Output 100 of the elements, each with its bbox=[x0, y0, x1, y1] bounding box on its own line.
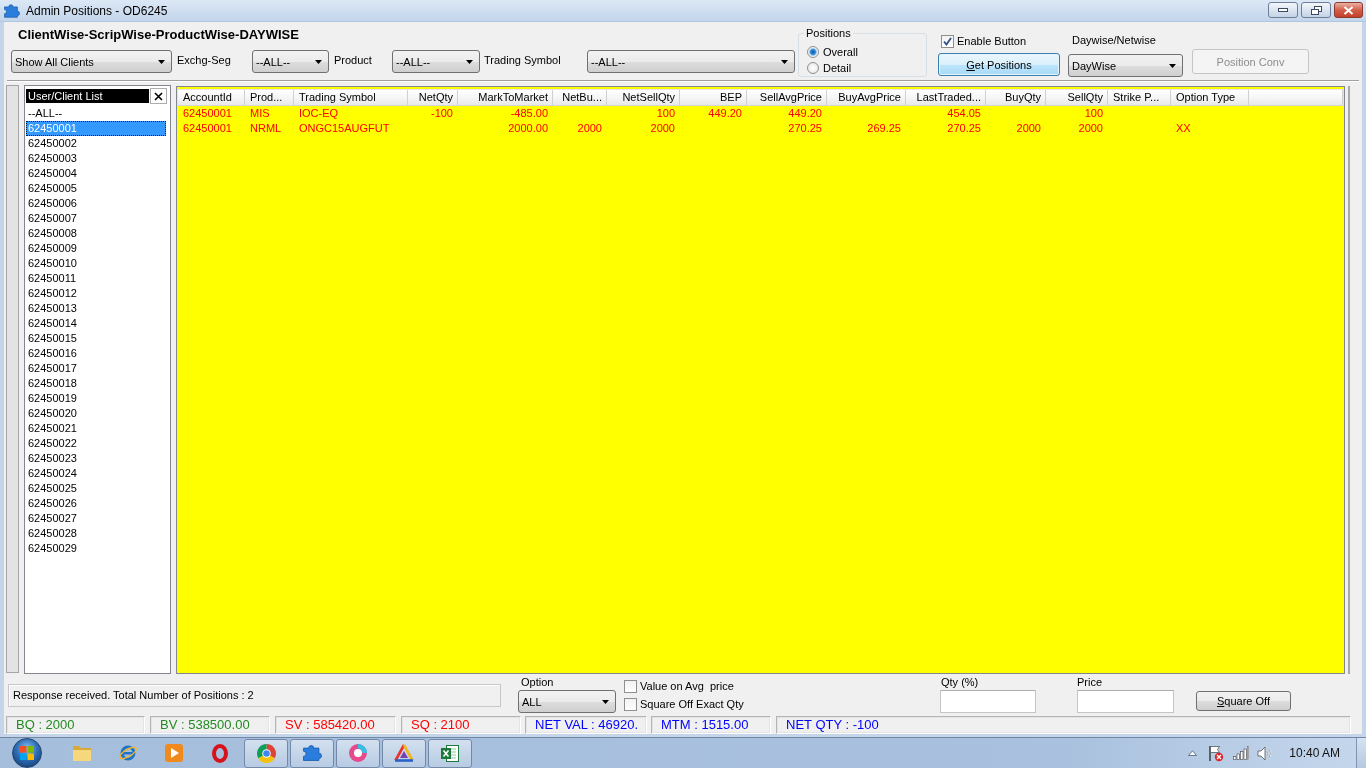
play-icon[interactable] bbox=[165, 744, 183, 762]
dropdown[interactable]: Show All Clients bbox=[11, 50, 172, 73]
table-cell-text: 2000 bbox=[576, 121, 603, 136]
checkbox[interactable] bbox=[624, 697, 637, 711]
field-label: Option bbox=[521, 676, 554, 689]
square-off-button[interactable]: Square Off bbox=[1196, 691, 1291, 711]
column-header[interactable]: NetSellQty bbox=[607, 90, 680, 105]
checkbox-label[interactable]: Square Off Exact Qty bbox=[640, 697, 744, 711]
list-title: User/Client List bbox=[26, 89, 149, 103]
triangle-icon bbox=[394, 744, 414, 762]
column-header[interactable]: Strike P... bbox=[1108, 90, 1171, 105]
list-item[interactable]: 62450023 bbox=[26, 451, 166, 466]
table-cell-text: IOC-EQ bbox=[298, 106, 340, 121]
list-item[interactable]: 62450028 bbox=[26, 526, 166, 541]
restore-icon bbox=[1310, 5, 1322, 15]
list-item[interactable]: 62450015 bbox=[26, 331, 166, 346]
list-item[interactable]: 62450016 bbox=[26, 346, 166, 361]
input-field[interactable] bbox=[940, 690, 1036, 713]
list-item[interactable]: 62450011 bbox=[26, 271, 166, 286]
input-field[interactable] bbox=[1077, 690, 1174, 713]
column-header[interactable]: Trading Symbol bbox=[294, 90, 408, 105]
list-item[interactable]: 62450002 bbox=[26, 136, 166, 151]
status-field: BV : 538500.00 bbox=[150, 716, 270, 734]
taskbar-button[interactable] bbox=[244, 738, 288, 768]
column-header[interactable]: NetQty bbox=[408, 90, 458, 105]
close-button[interactable] bbox=[1334, 2, 1363, 18]
checkbox-label[interactable]: Value on Avg price bbox=[640, 679, 734, 693]
list-item[interactable]: 62450013 bbox=[26, 301, 166, 316]
dropdown[interactable]: --ALL-- bbox=[252, 50, 329, 73]
show-desktop-button[interactable] bbox=[1356, 737, 1366, 768]
ring-icon[interactable] bbox=[212, 743, 228, 763]
taskbar-button[interactable] bbox=[382, 738, 426, 768]
flag-alert-icon[interactable] bbox=[1208, 744, 1225, 762]
column-header[interactable]: LastTraded... bbox=[906, 90, 986, 105]
list-item[interactable]: 62450024 bbox=[26, 466, 166, 481]
checkbox[interactable] bbox=[941, 34, 954, 48]
column-header[interactable]: Prod... bbox=[245, 90, 294, 105]
column-header[interactable]: BuyAvgPrice bbox=[827, 90, 906, 105]
taskbar-button[interactable] bbox=[290, 738, 334, 768]
radio-label[interactable]: Detail bbox=[823, 61, 852, 75]
segmented-circle-icon bbox=[256, 743, 276, 763]
radio-label[interactable]: Overall bbox=[823, 45, 858, 59]
table-cell-text: 100 bbox=[1083, 106, 1104, 121]
list-close-button[interactable] bbox=[150, 88, 167, 104]
list-item[interactable]: 62450009 bbox=[26, 241, 166, 256]
caret-down-icon bbox=[781, 59, 788, 64]
taskbar-button[interactable] bbox=[336, 738, 380, 768]
speaker-icon[interactable] bbox=[1257, 745, 1274, 761]
dropdown[interactable]: ALL bbox=[518, 690, 616, 713]
taskbar-clock[interactable]: 10:40 AM bbox=[1289, 746, 1340, 760]
list-item[interactable]: 62450018 bbox=[26, 376, 166, 391]
list-item[interactable]: 62450005 bbox=[26, 181, 166, 196]
list-item[interactable]: 62450014 bbox=[26, 316, 166, 331]
list-item[interactable]: 62450006 bbox=[26, 196, 166, 211]
checkbox-label[interactable]: Enable Button bbox=[957, 34, 1027, 48]
radio-button[interactable] bbox=[807, 62, 819, 74]
list-item[interactable]: --ALL-- bbox=[26, 106, 166, 121]
list-item[interactable]: 62450026 bbox=[26, 496, 166, 511]
column-header[interactable]: BuyQty bbox=[986, 90, 1046, 105]
list-item[interactable]: 62450012 bbox=[26, 286, 166, 301]
list-item[interactable]: 62450019 bbox=[26, 391, 166, 406]
list-item[interactable]: 62450025 bbox=[26, 481, 166, 496]
column-header[interactable]: AccountId bbox=[178, 90, 245, 105]
start-button[interactable] bbox=[12, 738, 42, 768]
list-item[interactable]: 62450027 bbox=[26, 511, 166, 526]
restore-button[interactable] bbox=[1301, 2, 1331, 18]
list-item[interactable]: 62450021 bbox=[26, 421, 166, 436]
list-item[interactable]: 62450017 bbox=[26, 361, 166, 376]
list-item[interactable]: 62450007 bbox=[26, 211, 166, 226]
list-item[interactable]: 62450008 bbox=[26, 226, 166, 241]
dropdown[interactable]: DayWise bbox=[1068, 54, 1183, 77]
list-item[interactable]: 62450020 bbox=[26, 406, 166, 421]
table-cell-text: 100 bbox=[655, 106, 676, 121]
dropdown[interactable]: --ALL-- bbox=[392, 50, 480, 73]
column-header[interactable]: Option Type bbox=[1171, 90, 1249, 105]
table-cell-text: 270.25 bbox=[946, 121, 982, 136]
caret-down-icon bbox=[466, 59, 473, 64]
signal-bars-icon[interactable] bbox=[1233, 746, 1250, 760]
get-positions-button[interactable]: Get Positions bbox=[938, 53, 1060, 76]
checkbox[interactable] bbox=[624, 679, 637, 693]
minimize-button[interactable] bbox=[1268, 2, 1298, 18]
list-item[interactable]: 62450004 bbox=[26, 166, 166, 181]
list-item[interactable]: 62450003 bbox=[26, 151, 166, 166]
spreadsheet-icon bbox=[441, 744, 459, 762]
column-header[interactable]: SellQty bbox=[1046, 90, 1108, 105]
caret-up-icon[interactable] bbox=[1188, 750, 1198, 756]
list-item[interactable]: 62450029 bbox=[26, 541, 166, 556]
status-field: NET VAL : 46920. bbox=[525, 716, 647, 734]
taskbar-button[interactable] bbox=[428, 738, 472, 768]
list-item[interactable]: 62450010 bbox=[26, 256, 166, 271]
column-header[interactable]: NetBu... bbox=[553, 90, 607, 105]
ring-orbit-icon[interactable] bbox=[118, 743, 138, 763]
column-header[interactable]: BEP bbox=[680, 90, 747, 105]
status-field: SQ : 2100 bbox=[401, 716, 521, 734]
tick-icon bbox=[943, 36, 952, 46]
column-header[interactable]: MarkToMarket bbox=[458, 90, 553, 105]
radio-button[interactable] bbox=[807, 46, 819, 58]
column-header[interactable]: SellAvgPrice bbox=[747, 90, 827, 105]
list-item[interactable]: 62450022 bbox=[26, 436, 166, 451]
dropdown[interactable]: --ALL-- bbox=[587, 50, 795, 73]
